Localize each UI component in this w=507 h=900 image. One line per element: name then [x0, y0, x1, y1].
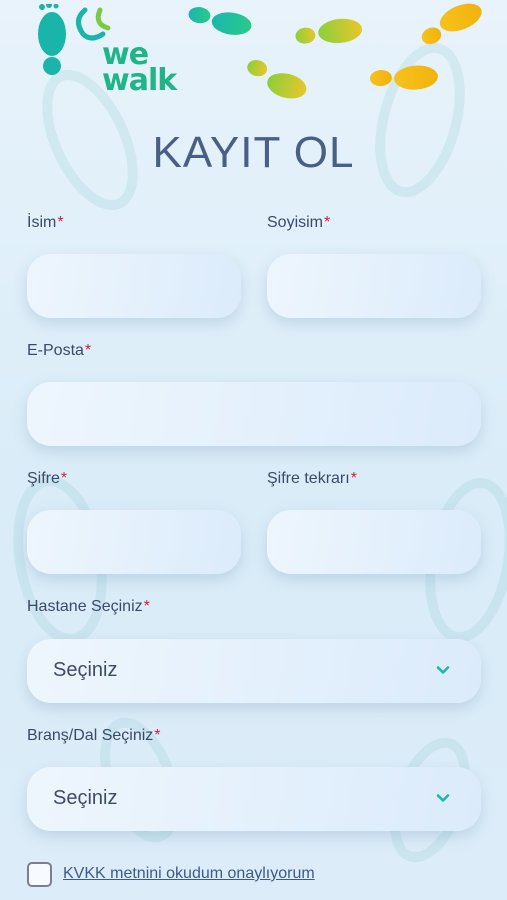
- logo-text: we walk: [102, 40, 177, 98]
- branch-select[interactable]: Seçiniz: [27, 767, 481, 831]
- email-label: E-Posta*: [27, 342, 91, 360]
- logo-line-walk: walk: [102, 63, 177, 98]
- hospital-label-text: Hastane Seçiniz: [27, 598, 143, 615]
- required-mark: *: [143, 598, 150, 615]
- first-name-input[interactable]: [27, 254, 241, 318]
- page-title: KAYIT OL: [152, 128, 355, 177]
- hospital-label: Hastane Seçiniz*: [27, 598, 150, 616]
- password-repeat-label: Şifre tekrarı*: [267, 470, 357, 488]
- password-label-text: Şifre: [27, 470, 60, 487]
- branch-label-text: Branş/Dal Seçiniz: [27, 727, 154, 744]
- hospital-select[interactable]: Seçiniz: [27, 639, 481, 703]
- chevron-down-icon: [436, 794, 450, 802]
- required-mark: *: [154, 727, 161, 744]
- password-repeat-label-text: Şifre tekrarı: [267, 470, 350, 487]
- required-mark: *: [84, 342, 92, 359]
- last-name-input[interactable]: [267, 254, 481, 318]
- password-input[interactable]: [27, 510, 241, 574]
- email-input[interactable]: [27, 382, 481, 446]
- kvkk-link[interactable]: KVKK metnini okudum onaylıyorum: [63, 865, 315, 883]
- branch-label: Branş/Dal Seçiniz*: [27, 727, 161, 745]
- wewalk-logo: we walk: [30, 4, 190, 104]
- chevron-down-icon: [436, 666, 450, 674]
- required-mark: *: [324, 214, 331, 231]
- last-name-label-text: Soyisim: [267, 214, 324, 231]
- kvkk-checkbox[interactable]: [27, 862, 52, 887]
- password-repeat-input[interactable]: [267, 510, 481, 574]
- password-label: Şifre*: [27, 470, 67, 488]
- required-mark: *: [60, 470, 68, 487]
- last-name-label: Soyisim*: [267, 214, 330, 232]
- required-mark: *: [350, 470, 357, 487]
- hospital-select-value: Seçiniz: [53, 659, 118, 681]
- required-mark: *: [57, 214, 64, 231]
- email-label-text: E-Posta: [27, 342, 84, 359]
- first-name-label: İsim*: [27, 214, 64, 232]
- first-name-label-text: İsim: [27, 214, 57, 231]
- branch-select-value: Seçiniz: [53, 787, 118, 809]
